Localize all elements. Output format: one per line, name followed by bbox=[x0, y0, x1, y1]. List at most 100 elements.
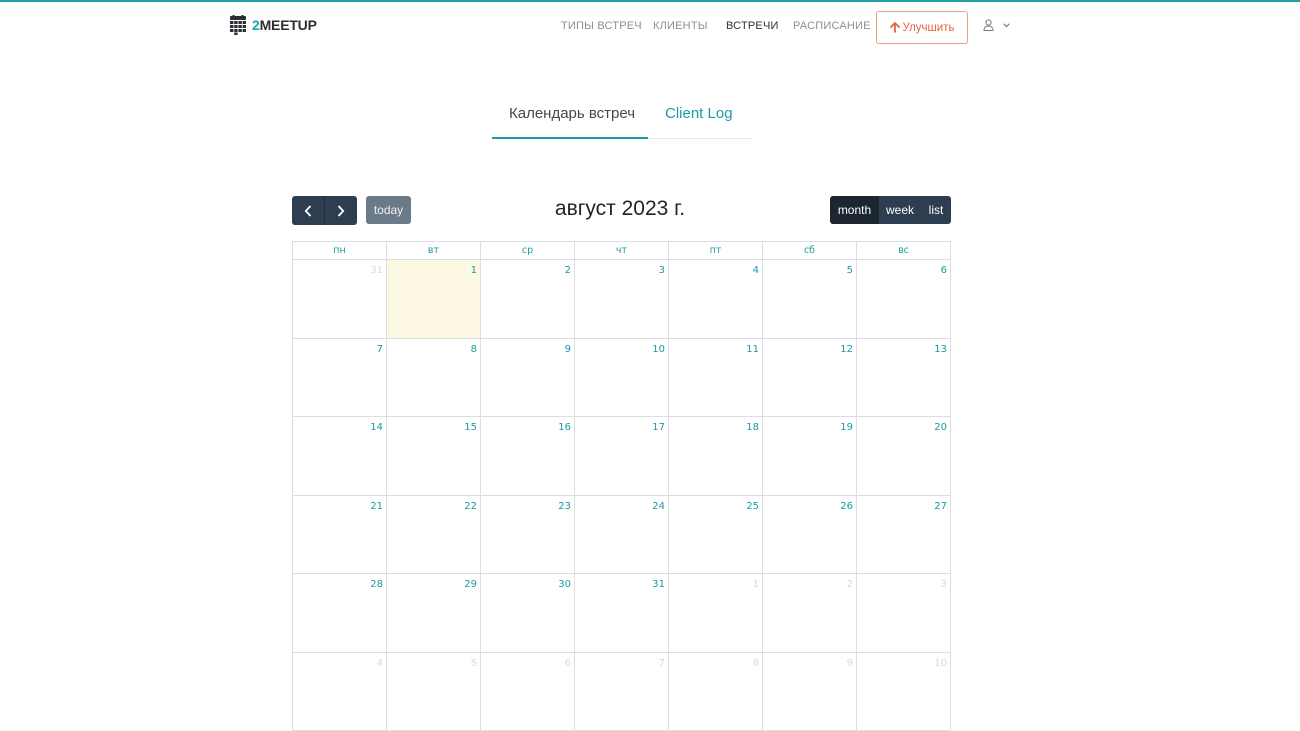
calendar-day-cell[interactable]: 10 bbox=[574, 338, 668, 416]
next-button[interactable] bbox=[325, 196, 357, 225]
day-number[interactable]: 16 bbox=[558, 422, 571, 433]
calendar-day-cell[interactable]: 4 bbox=[293, 653, 386, 731]
day-number[interactable]: 6 bbox=[565, 658, 571, 669]
calendar-day-cell[interactable]: 20 bbox=[856, 417, 950, 495]
day-number[interactable]: 11 bbox=[746, 344, 759, 355]
day-number[interactable]: 20 bbox=[934, 422, 947, 433]
day-number[interactable]: 9 bbox=[847, 658, 853, 669]
day-number[interactable]: 31 bbox=[652, 579, 665, 590]
day-number[interactable]: 17 bbox=[652, 422, 665, 433]
calendar-day-cell[interactable]: 5 bbox=[762, 260, 856, 338]
day-number[interactable]: 4 bbox=[377, 658, 383, 669]
day-number[interactable]: 12 bbox=[840, 344, 853, 355]
day-number[interactable]: 5 bbox=[847, 265, 853, 276]
calendar-day-cell[interactable]: 1 bbox=[668, 574, 762, 652]
tab-meetings-calendar[interactable]: Календарь встреч bbox=[509, 105, 635, 122]
calendar-day-cell[interactable]: 9 bbox=[762, 652, 856, 730]
calendar-day-today[interactable]: 1 bbox=[386, 260, 480, 338]
day-number[interactable]: 14 bbox=[370, 422, 383, 433]
day-number[interactable]: 2 bbox=[847, 579, 853, 590]
day-number[interactable]: 10 bbox=[652, 344, 665, 355]
calendar-day-cell[interactable]: 17 bbox=[574, 417, 668, 495]
day-number[interactable]: 1 bbox=[753, 579, 759, 590]
prev-button[interactable] bbox=[292, 196, 325, 225]
calendar-day-cell[interactable]: 6 bbox=[480, 652, 574, 730]
calendar-day-cell[interactable]: 29 bbox=[386, 574, 480, 652]
day-number[interactable]: 18 bbox=[746, 422, 759, 433]
calendar-day-cell[interactable]: 19 bbox=[762, 417, 856, 495]
calendar-day-cell[interactable]: 15 bbox=[386, 417, 480, 495]
calendar-day-cell[interactable]: 24 bbox=[574, 495, 668, 573]
day-number[interactable]: 3 bbox=[941, 579, 947, 590]
calendar-week-row: 14 15 16 17 18 19 20 bbox=[292, 417, 951, 496]
nav-meetings[interactable]: ВСТРЕЧИ bbox=[726, 20, 779, 32]
day-number[interactable]: 10 bbox=[934, 658, 947, 669]
day-number[interactable]: 23 bbox=[558, 501, 571, 512]
nav-meeting-types[interactable]: ТИПЫ ВСТРЕЧ bbox=[561, 20, 642, 32]
calendar-day-cell[interactable]: 5 bbox=[386, 652, 480, 730]
calendar-day-cell[interactable]: 9 bbox=[480, 338, 574, 416]
view-week-button[interactable]: week bbox=[879, 196, 921, 224]
nav-clients[interactable]: КЛИЕНТЫ bbox=[653, 20, 708, 32]
calendar-day-cell[interactable]: 26 bbox=[762, 495, 856, 573]
view-month-button[interactable]: month bbox=[830, 196, 879, 224]
day-number[interactable]: 24 bbox=[652, 501, 665, 512]
calendar-day-cell[interactable]: 22 bbox=[386, 495, 480, 573]
today-button[interactable]: today bbox=[366, 196, 411, 224]
calendar-day-cell[interactable]: 11 bbox=[668, 338, 762, 416]
calendar-day-cell[interactable]: 28 bbox=[293, 574, 386, 652]
view-list-button[interactable]: list bbox=[921, 196, 951, 224]
day-number[interactable]: 3 bbox=[659, 265, 665, 276]
day-number[interactable]: 27 bbox=[934, 501, 947, 512]
day-number[interactable]: 31 bbox=[370, 265, 383, 276]
day-number[interactable]: 28 bbox=[370, 579, 383, 590]
calendar-day-cell[interactable]: 8 bbox=[668, 652, 762, 730]
calendar-day-cell[interactable]: 3 bbox=[574, 260, 668, 338]
day-number[interactable]: 7 bbox=[377, 344, 383, 355]
calendar-day-cell[interactable]: 10 bbox=[856, 652, 950, 730]
calendar-day-cell[interactable]: 7 bbox=[293, 339, 386, 417]
upgrade-button[interactable]: Улучшить bbox=[876, 11, 968, 44]
day-number[interactable]: 21 bbox=[370, 501, 383, 512]
calendar-day-cell[interactable]: 31 bbox=[574, 574, 668, 652]
day-number[interactable]: 5 bbox=[471, 658, 477, 669]
day-number[interactable]: 19 bbox=[840, 422, 853, 433]
day-number[interactable]: 8 bbox=[753, 658, 759, 669]
day-number[interactable]: 22 bbox=[464, 501, 477, 512]
day-number[interactable]: 1 bbox=[471, 265, 477, 276]
calendar-day-cell[interactable]: 6 bbox=[856, 260, 950, 338]
day-number[interactable]: 2 bbox=[565, 265, 571, 276]
calendar-day-cell[interactable]: 2 bbox=[480, 260, 574, 338]
calendar-day-cell[interactable]: 31 bbox=[293, 260, 386, 338]
calendar-day-cell[interactable]: 21 bbox=[293, 496, 386, 574]
day-number[interactable]: 8 bbox=[471, 344, 477, 355]
day-number[interactable]: 26 bbox=[840, 501, 853, 512]
calendar-day-cell[interactable]: 2 bbox=[762, 574, 856, 652]
day-number[interactable]: 4 bbox=[753, 265, 759, 276]
calendar-day-cell[interactable]: 16 bbox=[480, 417, 574, 495]
user-menu[interactable] bbox=[983, 19, 1010, 31]
day-number[interactable]: 25 bbox=[746, 501, 759, 512]
day-number[interactable]: 7 bbox=[659, 658, 665, 669]
calendar-day-cell[interactable]: 18 bbox=[668, 417, 762, 495]
day-number[interactable]: 30 bbox=[558, 579, 571, 590]
day-number[interactable]: 6 bbox=[941, 265, 947, 276]
brand-logo[interactable]: 2MEETUP bbox=[229, 13, 317, 37]
calendar-day-cell[interactable]: 30 bbox=[480, 574, 574, 652]
calendar-day-cell[interactable]: 7 bbox=[574, 652, 668, 730]
calendar-day-cell[interactable]: 4 bbox=[668, 260, 762, 338]
calendar-day-cell[interactable]: 25 bbox=[668, 495, 762, 573]
calendar-day-cell[interactable]: 12 bbox=[762, 338, 856, 416]
calendar-day-cell[interactable]: 14 bbox=[293, 417, 386, 495]
calendar-day-cell[interactable]: 13 bbox=[856, 338, 950, 416]
calendar-day-cell[interactable]: 27 bbox=[856, 495, 950, 573]
calendar-day-cell[interactable]: 3 bbox=[856, 574, 950, 652]
day-number[interactable]: 15 bbox=[464, 422, 477, 433]
day-number[interactable]: 9 bbox=[565, 344, 571, 355]
tab-client-log[interactable]: Client Log bbox=[665, 105, 733, 122]
day-number[interactable]: 29 bbox=[464, 579, 477, 590]
day-number[interactable]: 13 bbox=[934, 344, 947, 355]
nav-schedule[interactable]: РАСПИСАНИЕ bbox=[793, 20, 871, 32]
calendar-day-cell[interactable]: 8 bbox=[386, 338, 480, 416]
calendar-day-cell[interactable]: 23 bbox=[480, 495, 574, 573]
